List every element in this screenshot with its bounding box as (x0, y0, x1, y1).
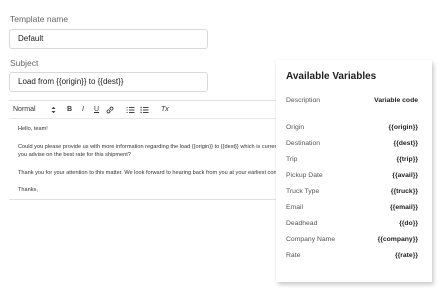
variable-code[interactable]: {{trip}} (396, 155, 418, 165)
table-row[interactable]: Trip {{trip}} (286, 155, 418, 165)
variable-code[interactable]: {{dest}} (393, 139, 418, 149)
variable-description: Email (286, 204, 303, 211)
table-row[interactable]: Rate {{rate}} (286, 251, 418, 261)
table-row[interactable]: Deadhead {{do}} (286, 219, 418, 229)
variable-code[interactable]: {{company}} (378, 235, 418, 245)
table-row[interactable]: Truck Type {{truck}} (286, 187, 418, 197)
format-select[interactable]: Normal (13, 101, 36, 119)
variable-code[interactable]: {{origin}} (389, 123, 418, 133)
editor-line: Thanks, (18, 187, 38, 193)
panel-title: Available Variables (286, 71, 377, 82)
italic-button[interactable]: I (82, 101, 84, 119)
table-row[interactable]: Company Name {{company}} (286, 235, 418, 245)
template-name-label: Template name (10, 14, 69, 24)
table-row[interactable]: Pickup Date {{avail}} (286, 171, 418, 181)
variable-description: Rate (286, 252, 301, 259)
bullet-list-icon[interactable] (140, 101, 149, 119)
variable-code[interactable]: {{email}} (390, 203, 418, 213)
clear-format-label: Tx (161, 106, 169, 113)
ordered-list-icon[interactable] (126, 101, 135, 119)
table-row[interactable]: Destination {{dest}} (286, 139, 418, 149)
editor-toolbar: Normal B I U Tx (9, 101, 309, 119)
editor-line: Could you please provide us with more in… (18, 144, 280, 150)
editor-line: Hello, team! (18, 126, 48, 132)
variable-code[interactable]: {{do}} (399, 219, 418, 229)
subject-input[interactable]: Load from {{origin}} to {{dest}} (9, 72, 208, 92)
bold-button[interactable]: B (67, 101, 72, 119)
variable-description: Trip (286, 156, 298, 163)
variables-table-header: Description Variable code (286, 96, 418, 106)
link-icon[interactable] (106, 101, 114, 119)
rich-text-editor[interactable]: Normal B I U Tx Hello, team! Could you p… (9, 100, 309, 200)
editor-line: you advise on the best rate for this shi… (18, 152, 131, 158)
table-row[interactable]: Email {{email}} (286, 203, 418, 213)
variable-code[interactable]: {{truck}} (391, 187, 418, 197)
template-name-input[interactable]: Default (9, 29, 208, 49)
variable-description: Origin (286, 124, 305, 131)
variable-code[interactable]: {{avail}} (392, 171, 418, 181)
variable-description: Destination (286, 140, 321, 147)
variable-code[interactable]: {{rate}} (395, 251, 418, 261)
available-variables-panel: Available Variables Description Variable… (276, 60, 432, 282)
editor-line: Thank you for your attention to this mat… (18, 170, 280, 176)
table-row[interactable]: Origin {{origin}} (286, 123, 418, 133)
subject-label: Subject (10, 58, 39, 68)
format-select-label: Normal (13, 106, 36, 113)
col-description-header: Description (286, 97, 320, 104)
variable-description: Deadhead (286, 220, 318, 227)
variable-description: Truck Type (286, 188, 320, 195)
format-select-arrows-icon[interactable] (51, 101, 56, 119)
underline-button[interactable]: U (94, 101, 99, 119)
clear-format-button[interactable]: Tx (161, 101, 169, 119)
variable-description: Company Name (286, 236, 336, 243)
variable-description: Pickup Date (286, 172, 323, 179)
col-code-header: Variable code (374, 97, 418, 104)
